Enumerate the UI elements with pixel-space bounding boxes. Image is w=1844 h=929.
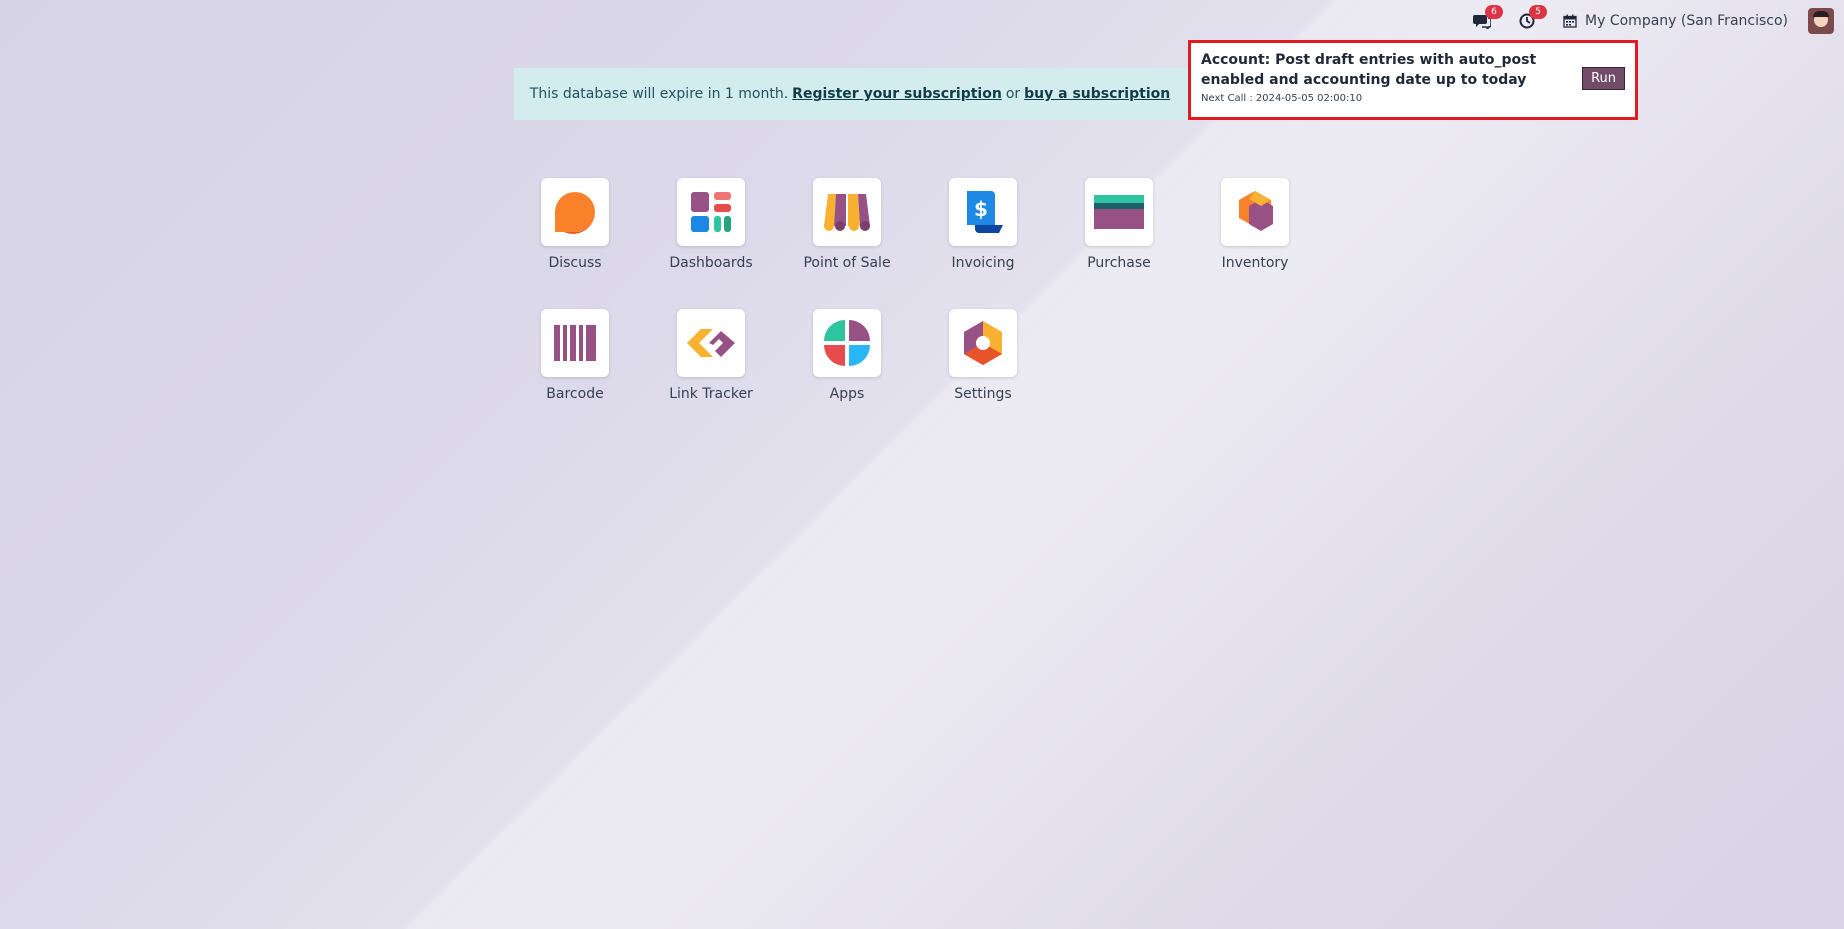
company-switcher[interactable]: My Company (San Francisco) (1563, 13, 1788, 29)
app-label: Point of Sale (803, 255, 891, 271)
app-tile[interactable] (1085, 178, 1153, 246)
calendar-icon (1563, 14, 1577, 28)
app-label: Discuss (548, 255, 602, 271)
app-label: Invoicing (951, 255, 1015, 271)
app-link-tracker[interactable]: Link Tracker (651, 309, 771, 402)
barcode-icon (554, 325, 596, 361)
app-discuss[interactable]: Discuss (515, 178, 635, 271)
svg-text:$: $ (974, 197, 988, 221)
buy-subscription-link[interactable]: buy a subscription (1024, 86, 1170, 102)
user-avatar[interactable] (1808, 8, 1834, 34)
dashboards-icon (691, 192, 731, 232)
app-label: Dashboards (669, 255, 753, 271)
app-label: Settings (954, 386, 1012, 402)
app-barcode[interactable]: Barcode (515, 309, 635, 402)
app-invoicing[interactable]: $ Invoicing (923, 178, 1043, 271)
invoicing-icon: $ (967, 191, 1003, 233)
app-apps[interactable]: Apps (787, 309, 907, 402)
app-label: Inventory (1221, 255, 1289, 271)
scheduled-action-title: Account: Post draft entries with auto_po… (1201, 52, 1537, 88)
link-tracker-icon (687, 329, 735, 357)
app-inventory[interactable]: Inventory (1195, 178, 1315, 271)
company-name: My Company (San Francisco) (1585, 13, 1788, 29)
purchase-icon (1094, 195, 1144, 229)
app-settings[interactable]: Settings (923, 309, 1043, 402)
app-label: Apps (829, 386, 865, 402)
activities-badge: 5 (1529, 5, 1548, 19)
next-call-text: Next Call : 2024-05-05 02:00:10 (1201, 93, 1363, 104)
app-tile[interactable] (1221, 178, 1289, 246)
app-label: Purchase (1087, 255, 1151, 271)
banner-or-text: or (1005, 86, 1021, 102)
run-button[interactable]: Run (1582, 67, 1625, 90)
app-tile[interactable] (541, 309, 609, 377)
inventory-icon (1239, 191, 1273, 231)
app-label: Barcode (546, 386, 604, 402)
banner-text: This database will expire in 1 month. (529, 86, 789, 102)
app-tile[interactable] (813, 309, 881, 377)
app-tile[interactable] (813, 178, 881, 246)
apps-icon (824, 320, 870, 366)
app-point-of-sale[interactable]: Point of Sale (787, 178, 907, 271)
register-subscription-link[interactable]: Register your subscription (792, 86, 1002, 102)
point-of-sale-icon (824, 194, 870, 231)
messages-badge: 6 (1485, 5, 1504, 19)
background-decoration (0, 0, 1844, 929)
settings-icon (964, 321, 1002, 365)
app-dashboards[interactable]: Dashboards (651, 178, 771, 271)
discuss-icon (555, 192, 595, 234)
expiration-banner: This database will expire in 1 month. Re… (514, 68, 1190, 120)
app-tile[interactable] (677, 178, 745, 246)
app-purchase[interactable]: Purchase (1059, 178, 1179, 271)
messages-button[interactable]: 6 (1473, 5, 1504, 29)
app-tile[interactable] (677, 309, 745, 377)
top-navbar: 6 5 My Company (San Francisco) (1473, 0, 1844, 42)
app-label: Link Tracker (669, 386, 753, 402)
app-tile[interactable] (541, 178, 609, 246)
app-tile[interactable]: $ (949, 178, 1017, 246)
scheduled-action-popup: Account: Post draft entries with auto_po… (1188, 40, 1638, 120)
activities-button[interactable]: 5 (1519, 5, 1548, 29)
app-tile[interactable] (949, 309, 1017, 377)
